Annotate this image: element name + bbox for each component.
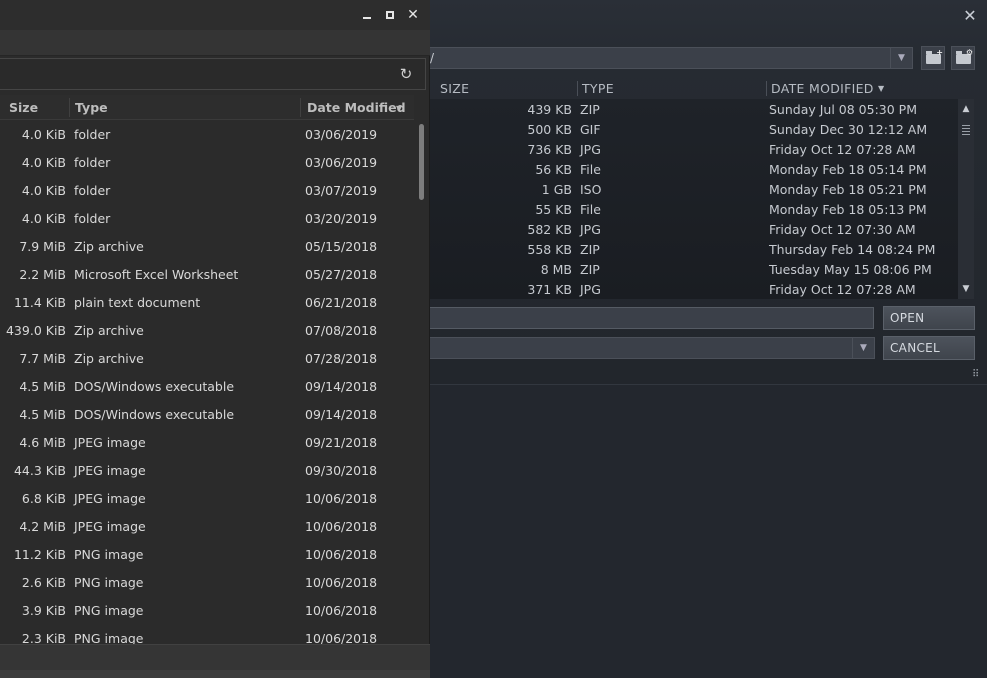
table-row[interactable]: 6.8 KiB JPEG image 10/06/2018 — [0, 484, 414, 512]
table-row[interactable]: 56 KB File Monday Feb 18 05:14 PM — [430, 159, 958, 179]
table-row[interactable]: 4.0 KiB folder 03/20/2019 — [0, 204, 414, 232]
scroll-up-icon[interactable]: ▲ — [958, 102, 974, 116]
chevron-down-icon[interactable]: ▼ — [852, 338, 874, 358]
bottom-bar — [0, 644, 430, 670]
file-list-scrollbar[interactable]: ▲ ▼ — [958, 99, 974, 299]
scroll-grip-icon[interactable] — [962, 125, 970, 135]
column-size-header[interactable]: Size — [9, 100, 38, 115]
table-row[interactable]: 4.5 MiB DOS/Windows executable 09/14/2018 — [0, 372, 414, 400]
sort-desc-icon: ▼ — [396, 104, 403, 113]
folder-plus-icon: + — [926, 49, 943, 64]
column-size-header[interactable]: SIZE — [440, 81, 469, 96]
folder-settings-icon: ⚙ — [956, 49, 973, 64]
table-row[interactable]: 11.2 KiB PNG image 10/06/2018 — [0, 540, 414, 568]
horizontal-scrollbar[interactable] — [0, 670, 430, 678]
table-row[interactable]: 736 KB JPG Friday Oct 12 07:28 AM — [430, 139, 958, 159]
resize-grip-icon[interactable]: ⠿ — [972, 370, 984, 382]
path-value: / — [430, 51, 435, 65]
scroll-down-icon[interactable]: ▼ — [958, 282, 974, 296]
table-row[interactable]: 439.0 KiB Zip archive 07/08/2018 — [0, 316, 414, 344]
table-row[interactable]: 558 KB ZIP Thursday Feb 14 08:24 PM — [430, 239, 958, 259]
column-type-header[interactable]: Type — [75, 100, 108, 115]
table-row[interactable]: 1 GB ISO Monday Feb 18 05:21 PM — [430, 179, 958, 199]
path-combobox[interactable]: / ▼ — [425, 47, 913, 69]
gtk-file-dialog: ✕ ↻ Size Type Date Modified ▼ 4.0 KiB fol… — [0, 0, 430, 678]
column-type-header[interactable]: TYPE — [582, 81, 614, 96]
table-row[interactable]: 2.3 KiB PNG image 10/06/2018 — [0, 624, 414, 644]
table-row[interactable]: 11.4 KiB plain text document 06/21/2018 — [0, 288, 414, 316]
refresh-icon[interactable]: ↻ — [397, 65, 415, 83]
table-row[interactable]: 8 MB ZIP Tuesday May 15 08:06 PM — [430, 259, 958, 279]
table-row[interactable]: 7.7 MiB Zip archive 07/28/2018 — [0, 344, 414, 372]
chevron-down-icon[interactable]: ▼ — [890, 48, 912, 68]
toolbar — [0, 30, 430, 56]
table-row[interactable]: 439 KB ZIP Sunday Jul 08 05:30 PM — [430, 99, 958, 119]
open-button[interactable]: OPEN — [883, 306, 975, 330]
table-row[interactable]: 2.6 KiB PNG image 10/06/2018 — [0, 568, 414, 596]
table-row[interactable]: 44.3 KiB JPEG image 09/30/2018 — [0, 456, 414, 484]
title-bar[interactable]: ✕ — [0, 0, 430, 30]
new-folder-button[interactable]: + — [921, 46, 945, 70]
file-list-header: SIZE TYPE DATE MODIFIED ▼ — [425, 79, 975, 98]
maximize-icon[interactable] — [381, 6, 399, 24]
table-row[interactable]: 4.0 KiB folder 03/07/2019 — [0, 176, 414, 204]
table-row[interactable]: 371 KB JPG Friday Oct 12 07:28 AM — [430, 279, 958, 299]
table-row[interactable]: 2.2 MiB Microsoft Excel Worksheet 05/27/20… — [0, 260, 414, 288]
folder-options-button[interactable]: ⚙ — [951, 46, 975, 70]
minimize-icon[interactable] — [358, 6, 376, 24]
table-row[interactable]: 3.9 KiB PNG image 10/06/2018 — [0, 596, 414, 624]
location-bar[interactable]: ↻ — [0, 58, 426, 90]
scrollbar-thumb[interactable] — [419, 124, 424, 200]
table-row[interactable]: 582 KB JPG Friday Oct 12 07:30 AM — [430, 219, 958, 239]
table-row[interactable]: 500 KB GIF Sunday Dec 30 12:12 AM — [430, 119, 958, 139]
table-row[interactable]: 4.0 KiB folder 03/06/2019 — [0, 120, 414, 148]
close-icon[interactable]: ✕ — [960, 6, 980, 26]
file-list-scrollbar[interactable] — [414, 120, 428, 644]
file-list: 439 KB ZIP Sunday Jul 08 05:30 PM 500 KB GI… — [430, 99, 958, 299]
file-list: 4.0 KiB folder 03/06/2019 4.0 KiB folder 03/… — [0, 120, 414, 644]
table-row[interactable]: 4.6 MiB JPEG image 09/21/2018 — [0, 428, 414, 456]
table-row[interactable]: 55 KB File Monday Feb 18 05:13 PM — [430, 199, 958, 219]
file-list-header: Size Type Date Modified ▼ — [0, 95, 414, 120]
file-type-filter[interactable]: ▼ — [425, 337, 875, 359]
column-date-header[interactable]: Date Modified — [307, 100, 406, 115]
filename-input[interactable] — [425, 307, 874, 329]
cancel-button[interactable]: CANCEL — [883, 336, 975, 360]
table-row[interactable]: 7.9 MiB Zip archive 05/15/2018 — [0, 232, 414, 260]
table-row[interactable]: 4.5 MiB DOS/Windows executable 09/14/2018 — [0, 400, 414, 428]
column-date-header[interactable]: DATE MODIFIED — [771, 81, 874, 96]
close-icon[interactable]: ✕ — [404, 6, 422, 24]
table-row[interactable]: 4.2 MiB JPEG image 10/06/2018 — [0, 512, 414, 540]
table-row[interactable]: 4.0 KiB folder 03/06/2019 — [0, 148, 414, 176]
sort-desc-icon: ▼ — [878, 84, 885, 93]
